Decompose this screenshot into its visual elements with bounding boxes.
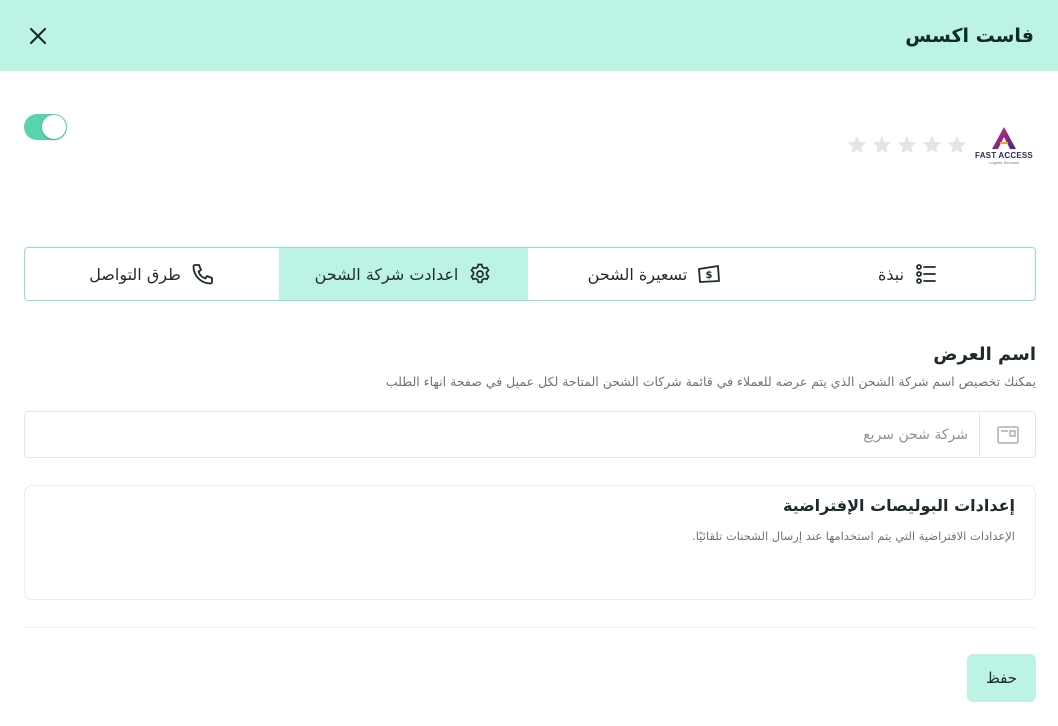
- display-name-description: يمكنك تخصيص اسم شركة الشحن الذي يتم عرضه…: [385, 374, 1036, 389]
- star-icon: [896, 134, 918, 156]
- display-name-title: اسم العرض: [933, 344, 1036, 365]
- modal-header: فاست اكسس: [0, 0, 1058, 71]
- toggle-knob: [42, 115, 66, 139]
- tab-contact-label: طرق التواصل: [89, 264, 181, 284]
- close-icon: [29, 27, 47, 44]
- save-button[interactable]: حفظ: [967, 654, 1036, 702]
- star-icon: [921, 134, 943, 156]
- rating-stars: [846, 134, 968, 156]
- tab-pricing[interactable]: $ تسعيرة الشحن: [528, 248, 781, 300]
- default-policies-title: إعدادات البوليصات الإفتراضية: [782, 496, 1015, 515]
- logo-subtext: Logistic Services: [989, 159, 1020, 165]
- input-prefix: [979, 412, 1035, 457]
- money-icon: $: [697, 262, 721, 286]
- id-card-icon: [996, 425, 1019, 444]
- fast-access-logo-icon: [992, 126, 1016, 149]
- display-name-field: [24, 411, 1036, 458]
- tab-about-label: نبذة: [877, 264, 905, 284]
- carrier-logo: FAST ACCESS Logistic Services: [974, 120, 1034, 170]
- svg-text:$: $: [706, 270, 713, 281]
- list-icon: [914, 262, 938, 286]
- gear-icon: [468, 262, 492, 286]
- tab-carrier-settings[interactable]: اعدادت شركة الشحن: [279, 248, 528, 300]
- tab-carrier-settings-label: اعدادت شركة الشحن: [314, 264, 459, 284]
- default-policies-card: إعدادات البوليصات الإفتراضية الإعدادات ا…: [24, 485, 1036, 600]
- tab-contact[interactable]: طرق التواصل: [25, 248, 279, 300]
- default-policies-description: الإعدادات الافتراضية التي يتم استخدامها …: [692, 529, 1015, 543]
- close-button[interactable]: [26, 24, 50, 48]
- star-icon: [871, 134, 893, 156]
- carrier-enabled-toggle[interactable]: [24, 114, 67, 140]
- star-icon: [846, 134, 868, 156]
- modal-title: فاست اكسس: [905, 24, 1034, 47]
- star-icon: [946, 134, 968, 156]
- footer-divider: [24, 627, 1036, 628]
- logo-text: FAST ACCESS: [975, 150, 1033, 160]
- carrier-brand: FAST ACCESS Logistic Services: [846, 120, 1034, 170]
- display-name-input[interactable]: [25, 412, 979, 457]
- phone-icon: [191, 262, 215, 286]
- tab-pricing-label: تسعيرة الشحن: [587, 264, 688, 284]
- tab-about[interactable]: نبذة: [781, 248, 1035, 300]
- settings-tabs: نبذة $ تسعيرة الشحن اعدادت شركة الشحن طر…: [24, 247, 1036, 301]
